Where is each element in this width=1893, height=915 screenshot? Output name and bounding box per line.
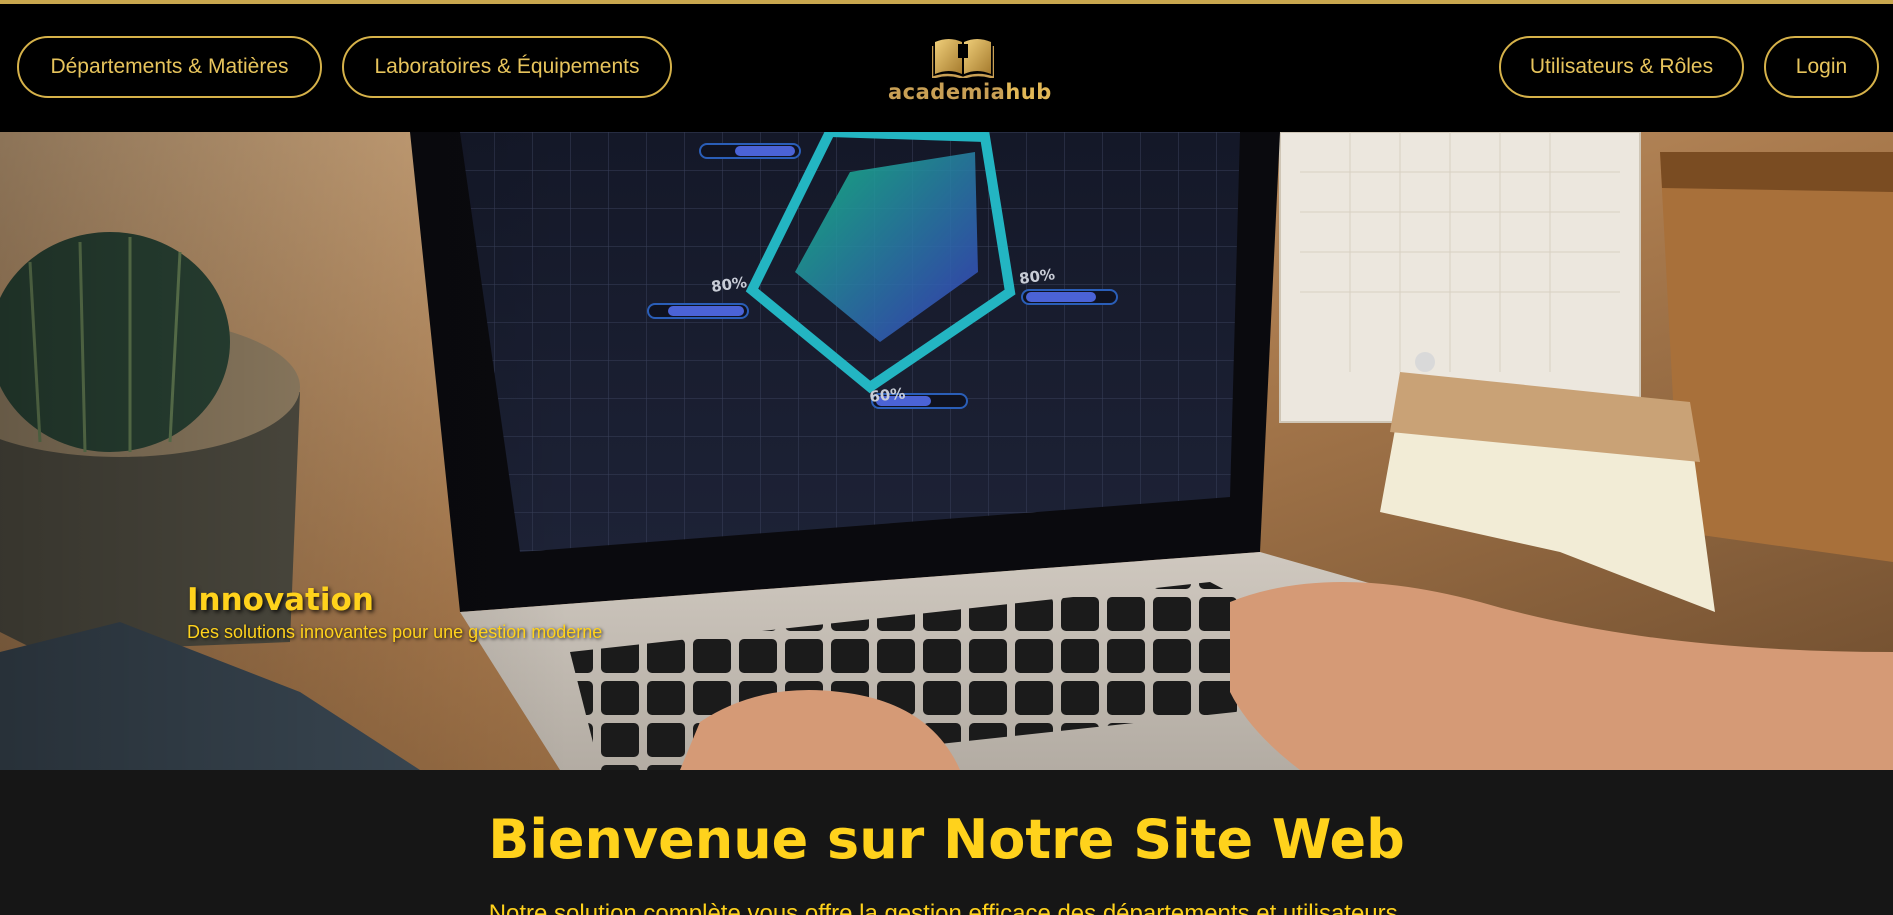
logo-text-academia: academia <box>888 80 1006 104</box>
nav-labs-button[interactable]: Laboratoires & Équipements <box>342 36 672 98</box>
welcome-text: Notre solution complète vous offre la ge… <box>488 900 1405 915</box>
hero-subtitle: Des solutions innovantes pour une gestio… <box>187 622 603 642</box>
logo-text-hub: hub <box>1005 80 1052 104</box>
open-book-icon <box>932 39 994 78</box>
site-header: Départements & Matières Laboratoires & É… <box>0 4 1893 132</box>
hero-screen-labels: 80% 80% 60% <box>710 265 1056 406</box>
site-logo[interactable]: academiahub <box>888 34 1051 116</box>
screen-label-left: 80% <box>710 273 748 296</box>
logo-wordmark: academiahub <box>888 80 1051 104</box>
screen-label-bottom: 60% <box>869 384 907 406</box>
nav-departments-button[interactable]: Départements & Matières <box>17 36 322 98</box>
welcome-title: Bienvenue sur Notre Site Web <box>488 808 1405 871</box>
screen-label-right: 80% <box>1018 265 1056 288</box>
hero-banner: 80% 80% 60% Innovation Des solutions inn… <box>0 132 1893 770</box>
welcome-section: Bienvenue sur Notre Site Web Notre solut… <box>0 770 1893 915</box>
login-button[interactable]: Login <box>1764 36 1879 98</box>
hero-caption: Innovation Des solutions innovantes pour… <box>187 582 602 643</box>
nav-users-button[interactable]: Utilisateurs & Rôles <box>1499 36 1744 98</box>
hero-title: Innovation <box>187 582 374 618</box>
